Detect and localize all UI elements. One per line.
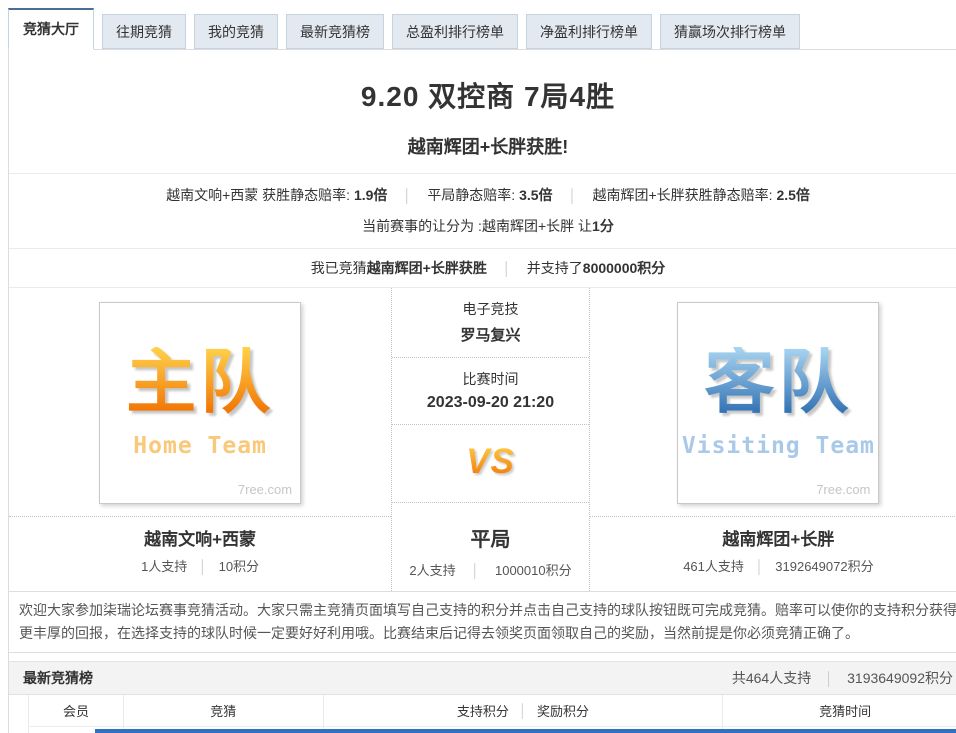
away-logo-text: 客队 bbox=[704, 347, 852, 417]
tab-my-bets[interactable]: 我的竞猜 bbox=[194, 14, 278, 49]
draw-supporters: 2人支持 bbox=[409, 563, 455, 578]
col-header-reward: 奖励积分 bbox=[537, 701, 718, 720]
my-bet-choice: 越南辉团+长胖获胜 bbox=[367, 260, 487, 276]
match-time-cell: 比赛时间 2023-09-20 21:20 bbox=[392, 358, 589, 425]
my-bet-prefix: 我已竞猜 bbox=[311, 260, 367, 276]
match-section: 主队 Home Team 7ree.com 越南文响+西蒙 1人支持 │ 10积… bbox=[9, 288, 956, 591]
away-odds-label: 越南辉团+长胖获胜静态赔率: bbox=[592, 187, 772, 203]
my-bet-mid: 并支持了 bbox=[527, 260, 583, 276]
match-result: 越南辉团+长胖获胜! bbox=[9, 133, 956, 159]
away-logo-subtext: Visiting Team bbox=[682, 433, 875, 459]
my-bet-amount: 8000000积分 bbox=[583, 260, 666, 276]
home-logo-text: 主队 bbox=[126, 347, 274, 417]
away-supporters: 461人支持 bbox=[683, 559, 744, 574]
col-header-points: 支持积分 │ 奖励积分 bbox=[323, 695, 723, 727]
home-support-line: 1人支持 │ 10积分 bbox=[9, 556, 391, 575]
home-logo-wrap: 主队 Home Team 7ree.com bbox=[99, 288, 301, 516]
away-odds-value: 2.5倍 bbox=[776, 187, 809, 203]
handicap-prefix: 当前赛事的让分为 :越南辉团+长胖 让 bbox=[362, 218, 592, 234]
title-section: 9.20 双控商 7局4胜 越南辉团+长胖获胜! bbox=[9, 50, 956, 173]
away-team-name: 越南辉团+长胖 bbox=[590, 525, 956, 550]
separator: │ bbox=[825, 671, 833, 686]
match-time-label: 比赛时间 bbox=[392, 369, 589, 389]
odds-section: 越南文响+西蒙 获胜静态赔率: 1.9倍 │ 平局静态赔率: 3.5倍 │ 越南… bbox=[9, 173, 956, 248]
tab-win-count-rank[interactable]: 猜赢场次排行榜单 bbox=[660, 14, 800, 49]
main-panel: 9.20 双控商 7局4胜 越南辉团+长胖获胜! 越南文响+西蒙 获胜静态赔率:… bbox=[8, 49, 956, 733]
odds-line: 越南文响+西蒙 获胜静态赔率: 1.9倍 │ 平局静态赔率: 3.5倍 │ 越南… bbox=[9, 185, 956, 205]
separator: │ bbox=[568, 188, 576, 203]
home-points: 10积分 bbox=[219, 559, 259, 574]
separator: │ bbox=[199, 559, 207, 574]
col-header-bet: 竞猜 bbox=[123, 695, 323, 727]
event-cell: 电子竞技 罗马复兴 bbox=[392, 288, 589, 358]
watermark-text: 7ree.com bbox=[816, 482, 870, 497]
col-header-member: 会员 bbox=[29, 695, 124, 727]
separator: │ bbox=[756, 559, 764, 574]
home-team-name: 越南文响+西蒙 bbox=[9, 525, 391, 550]
home-odds-value: 1.9倍 bbox=[354, 187, 387, 203]
home-odds-label: 越南文响+西蒙 获胜静态赔率: bbox=[166, 187, 350, 203]
away-points: 3192649072积分 bbox=[775, 559, 873, 574]
home-team-column: 主队 Home Team 7ree.com 越南文响+西蒙 1人支持 │ 10积… bbox=[9, 288, 391, 591]
away-support-line: 461人支持 │ 3192649072积分 bbox=[590, 556, 956, 575]
col-header-support: 支持积分 bbox=[328, 701, 509, 720]
latest-bets-totals: 共464人支持 │ 3193649092积分 bbox=[732, 668, 953, 688]
draw-points: 1000010积分 bbox=[495, 563, 572, 578]
match-center-column: 电子竞技 罗马复兴 比赛时间 2023-09-20 21:20 VS 平局 2人… bbox=[391, 288, 590, 591]
latest-bets-header: 最新竞猜榜 共464人支持 │ 3193649092积分 bbox=[9, 661, 956, 695]
vs-text: VS bbox=[466, 442, 515, 482]
handicap-line: 当前赛事的让分为 :越南辉团+长胖 让1分 bbox=[9, 216, 956, 236]
tab-past-bets[interactable]: 往期竞猜 bbox=[102, 14, 186, 49]
draw-support-line: 2人支持 │ 1000010积分 bbox=[392, 560, 589, 579]
draw-odds-value: 3.5倍 bbox=[519, 187, 552, 203]
bottom-partial-element bbox=[95, 729, 956, 733]
total-points: 3193649092积分 bbox=[847, 670, 953, 686]
match-time-value: 2023-09-20 21:20 bbox=[392, 394, 589, 412]
match-title: 9.20 双控商 7局4胜 bbox=[9, 75, 956, 115]
notice-text: 欢迎大家参加柒瑞论坛赛事竞猜活动。大家只需主竞猜页面填写自己支持的积分并点击自己… bbox=[19, 599, 956, 644]
home-team-info: 越南文响+西蒙 1人支持 │ 10积分 bbox=[9, 516, 391, 587]
vs-cell: VS bbox=[392, 425, 589, 503]
home-logo-subtext: Home Team bbox=[133, 433, 267, 459]
draw-label: 平局 bbox=[392, 523, 589, 552]
tab-bar: 竞猜大厅 往期竞猜 我的竞猜 最新竞猜榜 总盈利排行榜单 净盈利排行榜单 猜赢场… bbox=[8, 8, 956, 49]
tab-net-profit-rank[interactable]: 净盈利排行榜单 bbox=[526, 14, 652, 49]
table-header-row: 会员 竞猜 支持积分 │ 奖励积分 竞猜时间 bbox=[29, 695, 956, 727]
watermark-text: 7ree.com bbox=[238, 482, 292, 497]
separator: │ bbox=[403, 188, 411, 203]
tab-bet-hall[interactable]: 竞猜大厅 bbox=[8, 8, 94, 50]
tab-latest-bets[interactable]: 最新竞猜榜 bbox=[286, 14, 384, 49]
home-team-logo[interactable]: 主队 Home Team 7ree.com bbox=[99, 302, 301, 504]
latest-bets-table: 会员 竞猜 支持积分 │ 奖励积分 竞猜时间 前锋01 bbox=[28, 695, 956, 733]
col-header-time: 竞猜时间 bbox=[723, 695, 956, 727]
away-team-info: 越南辉团+长胖 461人支持 │ 3192649072积分 bbox=[590, 516, 956, 587]
my-bet-section: 我已竞猜越南辉团+长胖获胜 │ 并支持了8000000积分 bbox=[9, 248, 956, 288]
separator: │ bbox=[503, 261, 511, 276]
home-supporters: 1人支持 bbox=[141, 559, 187, 574]
away-logo-wrap: 客队 Visiting Team 7ree.com bbox=[677, 288, 879, 516]
event-name: 罗马复兴 bbox=[392, 324, 589, 345]
separator: │ bbox=[471, 563, 479, 578]
event-category: 电子竞技 bbox=[392, 299, 589, 319]
away-team-logo[interactable]: 客队 Visiting Team 7ree.com bbox=[677, 302, 879, 504]
latest-bets-title: 最新竞猜榜 bbox=[23, 668, 93, 688]
page: 竞猜大厅 往期竞猜 我的竞猜 最新竞猜榜 总盈利排行榜单 净盈利排行榜单 猜赢场… bbox=[0, 0, 956, 733]
draw-cell: 平局 2人支持 │ 1000010积分 bbox=[392, 503, 589, 591]
total-supporters: 共464人支持 bbox=[732, 670, 811, 686]
tab-total-profit-rank[interactable]: 总盈利排行榜单 bbox=[392, 14, 518, 49]
draw-odds-label: 平局静态赔率: bbox=[427, 187, 515, 203]
separator: │ bbox=[519, 703, 527, 718]
away-team-column: 客队 Visiting Team 7ree.com 越南辉团+长胖 461人支持… bbox=[590, 288, 956, 591]
handicap-value: 1分 bbox=[592, 218, 614, 234]
notice-section: 欢迎大家参加柒瑞论坛赛事竞猜活动。大家只需主竞猜页面填写自己支持的积分并点击自己… bbox=[9, 591, 956, 653]
